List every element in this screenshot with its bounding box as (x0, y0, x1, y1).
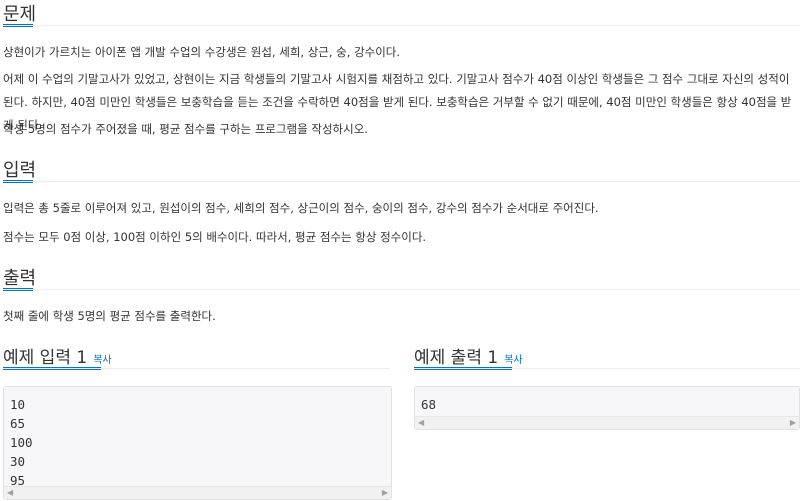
scroll-right-arrow-icon[interactable]: ▶ (382, 488, 388, 498)
scroll-left-arrow-icon[interactable]: ◀ (7, 488, 13, 498)
sample-output-content: 68 (421, 397, 437, 412)
sample-output-title: 예제 출력 1 복사 (414, 343, 523, 368)
sample-input-copy-link[interactable]: 복사 (93, 355, 111, 366)
scroll-right-arrow-icon[interactable]: ▶ (790, 418, 796, 428)
sample-output-title-text: 예제 출력 1 (414, 348, 499, 368)
sample-output-horizontal-scrollbar[interactable]: ◀ ▶ (415, 416, 799, 429)
sample-input-horizontal-scrollbar[interactable]: ◀ ▶ (4, 486, 391, 499)
input-paragraph-2: 점수는 모두 0점 이상, 100점 이하인 5의 배수이다. 따라서, 평균 … (3, 230, 427, 244)
scroll-left-arrow-icon[interactable]: ◀ (418, 418, 424, 428)
sample-input-title: 예제 입력 1 복사 (3, 343, 112, 368)
output-title-divider (3, 289, 800, 290)
problem-paragraph-3: 학생 5명의 점수가 주어졌을 때, 평균 점수를 구하는 프로그램을 작성하시… (3, 122, 368, 136)
problem-paragraph-1: 상현이가 가르치는 아이폰 앱 개발 수업의 수강생은 원섭, 세희, 상근, … (3, 45, 401, 59)
input-section-title: 입력 (3, 160, 37, 181)
sample-output-copy-link[interactable]: 복사 (504, 355, 522, 366)
sample-output-box: 68 ◀ ▶ (414, 386, 800, 430)
output-section-title: 출력 (3, 268, 37, 289)
problem-section-title: 문제 (3, 4, 37, 25)
output-paragraph-1: 첫째 줄에 학생 5명의 평균 점수를 출력한다. (3, 309, 216, 323)
sample-input-title-divider (3, 368, 390, 369)
problem-title-divider (3, 25, 800, 26)
input-paragraph-1: 입력은 총 5줄로 이루어져 있고, 원섭이의 점수, 세희의 점수, 상근이의… (3, 201, 599, 215)
sample-output-title-divider (414, 368, 800, 369)
sample-input-title-text: 예제 입력 1 (3, 348, 88, 368)
sample-input-content: 10 65 100 30 95 (10, 397, 33, 488)
input-title-divider (3, 181, 800, 182)
sample-input-box: 10 65 100 30 95 ◀ ▶ (3, 386, 392, 500)
